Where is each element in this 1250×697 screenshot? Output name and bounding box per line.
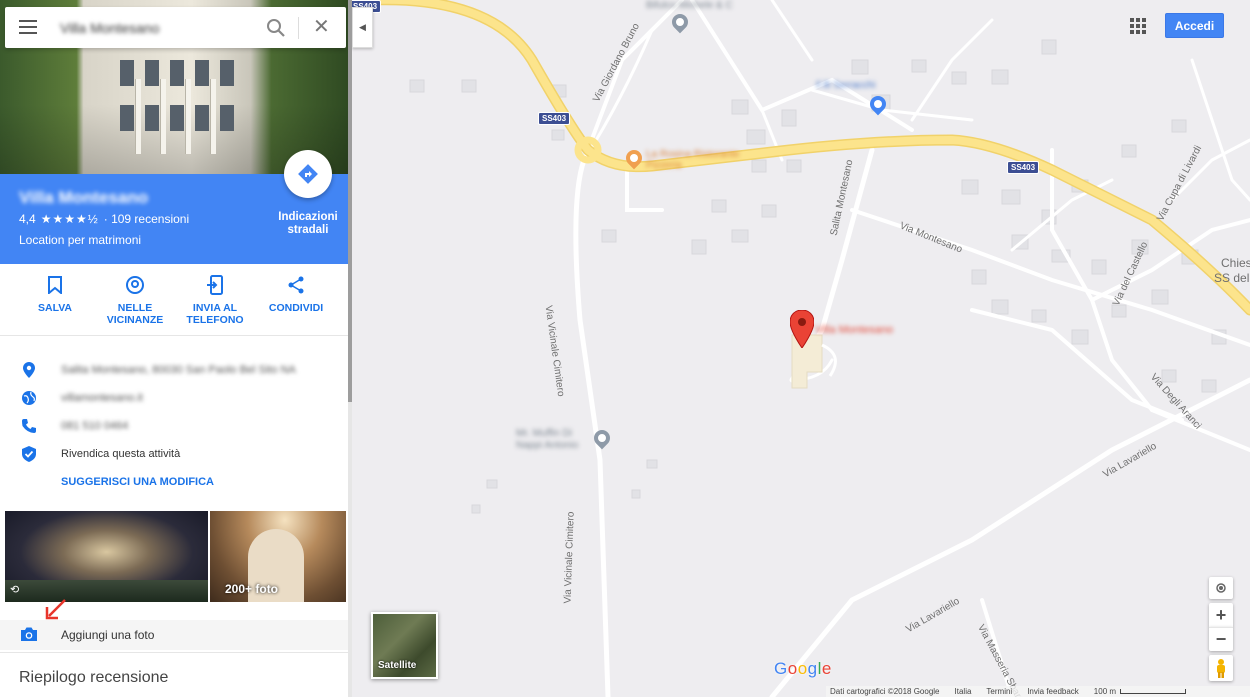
address-text: Salita Montesano, 80030 San Paolo Bel Si… (61, 364, 296, 376)
nearby-button[interactable]: NELLE VICINANZE (95, 274, 175, 326)
map-data-credit: Dati cartografici ©2018 Google (830, 687, 940, 696)
suggest-edit-link[interactable]: SUGGERISCI UNA MODIFICA (61, 476, 214, 488)
apps-grid-icon[interactable] (1128, 16, 1148, 36)
360-view-icon: ⟲ (10, 584, 20, 596)
highway-shield: SS403 (1007, 161, 1040, 174)
map-roads (366, 0, 1250, 697)
zoom-in-button[interactable]: + (1209, 603, 1233, 627)
minus-icon: − (1215, 629, 1227, 649)
poi-label[interactable]: La Rosina Ristorante Pizzeria (646, 149, 756, 171)
send-to-phone-icon (207, 275, 223, 295)
location-icon (23, 362, 35, 378)
scale-label: 100 m (1093, 687, 1117, 696)
terms-link[interactable]: Termini (986, 687, 1012, 696)
reviews-link[interactable]: · 109 recensioni (104, 212, 189, 226)
camera-icon (21, 627, 37, 641)
menu-icon[interactable] (19, 20, 37, 34)
claim-business-text: Rivendica questa attività (61, 448, 181, 460)
feedback-link[interactable]: Invia feedback (1027, 687, 1079, 696)
save-label: SALVA (37, 302, 73, 314)
phone-row[interactable]: 081 510 0464 (0, 414, 348, 440)
bookmark-icon (48, 276, 62, 294)
save-button[interactable]: SALVA (15, 274, 95, 314)
zoom-out-button[interactable]: − (1209, 627, 1233, 651)
website-text: villamontesano.it (61, 392, 143, 404)
rating-row[interactable]: 4,4 ★★★★½ · 109 recensioni (19, 212, 189, 226)
scale-bar[interactable]: 100 m (1093, 687, 1187, 696)
share-button[interactable]: CONDIVIDI (256, 274, 336, 314)
pin-label[interactable]: Villa Montesano (815, 324, 893, 336)
collapse-panel-button[interactable]: ◀ (352, 7, 373, 48)
red-arrow-icon (45, 599, 66, 620)
google-logo: Google (774, 659, 832, 678)
share-icon (288, 276, 304, 294)
claim-business-row[interactable]: Rivendica questa attività (0, 442, 348, 468)
place-panel: ✕ Villa Montesano 4,4 ★★★★½ · 109 recens… (0, 0, 348, 697)
search-icon[interactable] (266, 18, 286, 38)
panel-scrollbar[interactable] (348, 0, 352, 697)
verified-shield-icon (22, 446, 36, 462)
review-summary-heading: Riepilogo recensione (19, 669, 169, 686)
action-bar: SALVA NELLE VICINANZE INVIA AL TELEFONO … (0, 264, 348, 336)
close-icon[interactable]: ✕ (313, 17, 330, 37)
my-location-icon (1216, 583, 1226, 593)
satellite-label: Satellite (378, 660, 417, 671)
search-box: ✕ (5, 7, 346, 48)
my-location-button[interactable] (1209, 577, 1233, 599)
scrollbar-thumb[interactable] (348, 0, 352, 402)
directions-icon (298, 164, 318, 184)
location-pin-icon[interactable] (790, 310, 814, 348)
phone-text: 081 510 0464 (61, 420, 129, 432)
directions-button[interactable] (284, 150, 332, 198)
globe-icon (22, 391, 36, 405)
poi-label[interactable]: Mr. Muffin Di Nappi Antonio (516, 428, 596, 452)
map-footer: Dati cartografici ©2018 Google Italia Te… (826, 686, 1250, 697)
place-title: Villa Montesano (19, 188, 149, 207)
plus-icon: + (1215, 604, 1227, 625)
photo-thumbnail-night[interactable] (5, 511, 208, 602)
add-photo-label: Aggiungi una foto (61, 628, 155, 642)
website-row[interactable]: villamontesano.it (0, 386, 348, 412)
country-label[interactable]: Italia (955, 687, 972, 696)
highway-shield: SS403 (538, 112, 571, 125)
divider (0, 652, 348, 653)
satellite-toggle[interactable]: Satellite (371, 612, 438, 679)
poi-label[interactable]: F.lli Serracchi (816, 80, 875, 91)
poi-label[interactable]: Bifulco Michele & C (646, 0, 733, 11)
nearby-icon (126, 276, 144, 294)
place-label: Chies (1221, 256, 1250, 270)
place-label: SS del (1214, 271, 1250, 285)
place-category[interactable]: Location per matrimoni (19, 233, 141, 247)
pegman-icon (1217, 659, 1225, 678)
search-input[interactable] (60, 18, 250, 38)
street-view-pegman[interactable] (1209, 655, 1233, 681)
address-row[interactable]: Salita Montesano, 80030 San Paolo Bel Si… (0, 358, 348, 384)
map-canvas[interactable]: SS403 SS403 SS403 Via Giordano Bruno Sal… (352, 0, 1250, 697)
rating-stars-icon: ★★★★½ (40, 212, 99, 226)
send-to-phone-label: INVIA AL TELEFONO (186, 302, 244, 326)
share-label: CONDIVIDI (268, 302, 324, 314)
nearby-label: NELLE VICINANZE (106, 302, 164, 326)
phone-icon (22, 419, 36, 433)
send-to-phone-button[interactable]: INVIA AL TELEFONO (175, 274, 255, 326)
caret-left-icon: ◀ (359, 22, 366, 32)
directions-label[interactable]: Indicazioni stradali (272, 211, 344, 237)
photo-count-label[interactable]: 200+ foto (225, 582, 278, 596)
divider (298, 17, 299, 39)
rating-value: 4,4 (19, 212, 36, 226)
add-photo-button[interactable]: Aggiungi una foto (0, 620, 348, 650)
signin-button[interactable]: Accedi (1165, 13, 1224, 38)
